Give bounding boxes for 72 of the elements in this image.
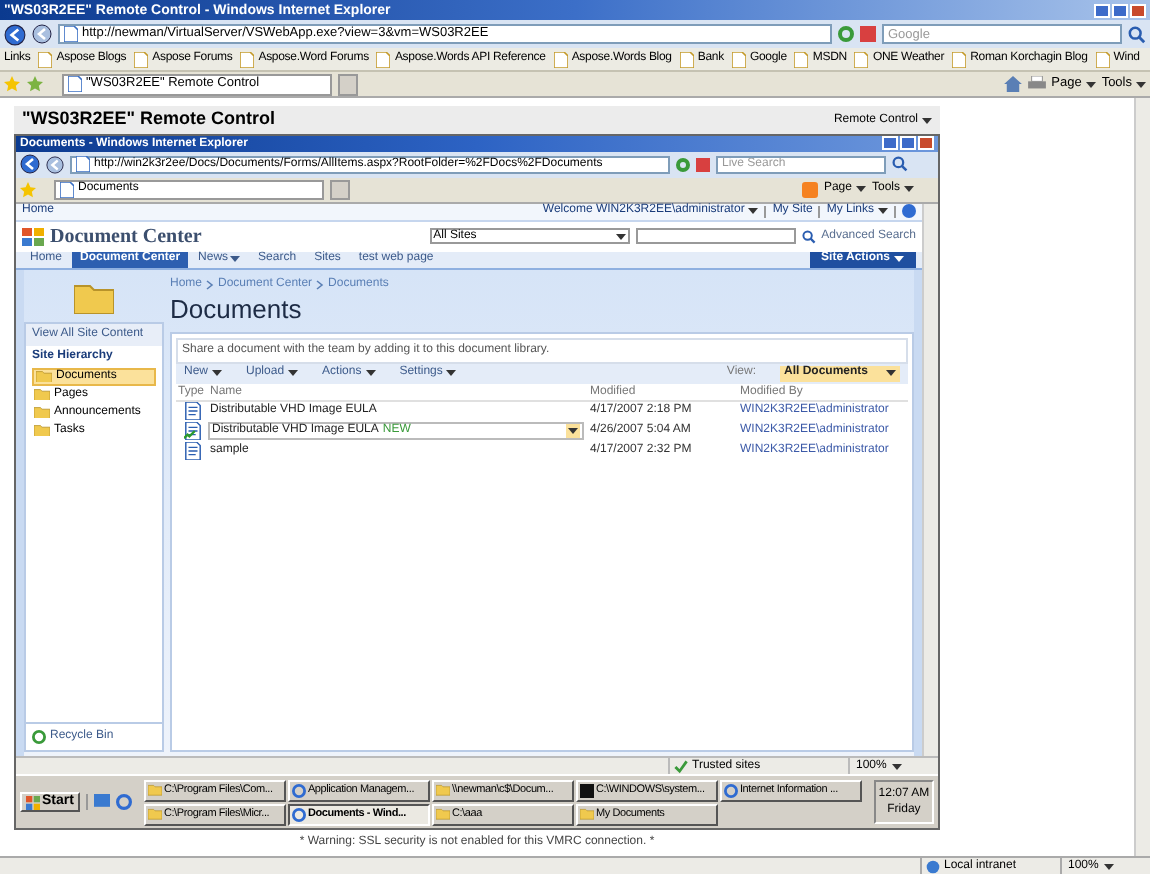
caret-icon (1104, 863, 1115, 869)
page-title: Documents (170, 293, 304, 326)
forward-button[interactable] (46, 155, 64, 174)
page-icon (679, 51, 694, 67)
page-icon (240, 51, 255, 67)
close-button[interactable] (918, 136, 934, 151)
page-icon (134, 51, 149, 67)
browser-icon (723, 783, 738, 798)
refresh-icon[interactable] (838, 26, 854, 42)
help-icon[interactable] (902, 204, 916, 219)
close-button[interactable] (1130, 3, 1146, 17)
search-field[interactable] (635, 228, 796, 245)
forward-button[interactable] (32, 24, 52, 44)
folder-icon (579, 808, 594, 820)
caret-icon (212, 370, 223, 377)
printer-icon[interactable] (1027, 76, 1046, 92)
scrollbar[interactable] (1134, 98, 1150, 856)
caret-icon (365, 370, 376, 377)
search-icon[interactable] (1128, 25, 1146, 43)
caret-icon (568, 428, 578, 435)
caret-icon (894, 256, 904, 263)
scrollbar[interactable] (922, 203, 938, 757)
star-icon[interactable] (20, 181, 36, 198)
caret-icon (922, 117, 932, 123)
page-icon (731, 51, 746, 67)
minimize-button[interactable] (1094, 3, 1110, 17)
folder-icon (74, 281, 114, 314)
chevron-icon (206, 279, 215, 290)
caret-icon (855, 186, 866, 193)
page-icon (553, 51, 568, 67)
caret-icon (230, 256, 241, 263)
caret-icon (446, 370, 457, 377)
windows-logo-icon (26, 795, 40, 810)
checkmark-icon (674, 759, 688, 774)
caret-icon (1136, 81, 1146, 87)
stop-icon[interactable] (696, 157, 710, 172)
home-icon[interactable] (1003, 76, 1022, 92)
page-icon (854, 51, 869, 67)
feed-icon[interactable] (801, 181, 818, 198)
new-tab-button[interactable] (338, 73, 358, 95)
page-icon (794, 51, 809, 67)
caret-icon (904, 186, 914, 193)
add-favorite-icon[interactable] (26, 76, 44, 92)
caret-icon (615, 233, 626, 240)
page-icon (952, 51, 967, 67)
page-icon (376, 51, 391, 67)
back-button[interactable] (20, 154, 40, 175)
refresh-icon[interactable] (676, 157, 690, 172)
maximize-button[interactable] (900, 136, 916, 151)
page-heading: "WS03R2EE" Remote Control (22, 106, 276, 133)
browser-icon[interactable] (115, 794, 132, 811)
maximize-button[interactable] (1112, 3, 1128, 17)
minimize-button[interactable] (882, 136, 898, 151)
back-button[interactable] (4, 23, 26, 45)
new-tab-button[interactable] (330, 179, 350, 200)
globe-icon (926, 859, 940, 873)
menu-button[interactable] (566, 424, 580, 439)
caret-icon (892, 763, 903, 770)
site-title: Document Center (50, 223, 202, 251)
caret-icon (886, 370, 896, 377)
star-icon[interactable] (4, 76, 20, 92)
caret-icon (748, 208, 759, 215)
chevron-icon (316, 279, 325, 290)
search-icon[interactable] (801, 229, 816, 244)
site-logo-icon (22, 227, 44, 246)
page-icon (1095, 51, 1110, 67)
search-icon[interactable] (892, 156, 908, 173)
caret-icon (1085, 81, 1096, 87)
console-icon (579, 783, 594, 798)
caret-icon (878, 208, 888, 215)
caret-icon (288, 370, 299, 377)
desktop-icon[interactable] (93, 794, 110, 811)
